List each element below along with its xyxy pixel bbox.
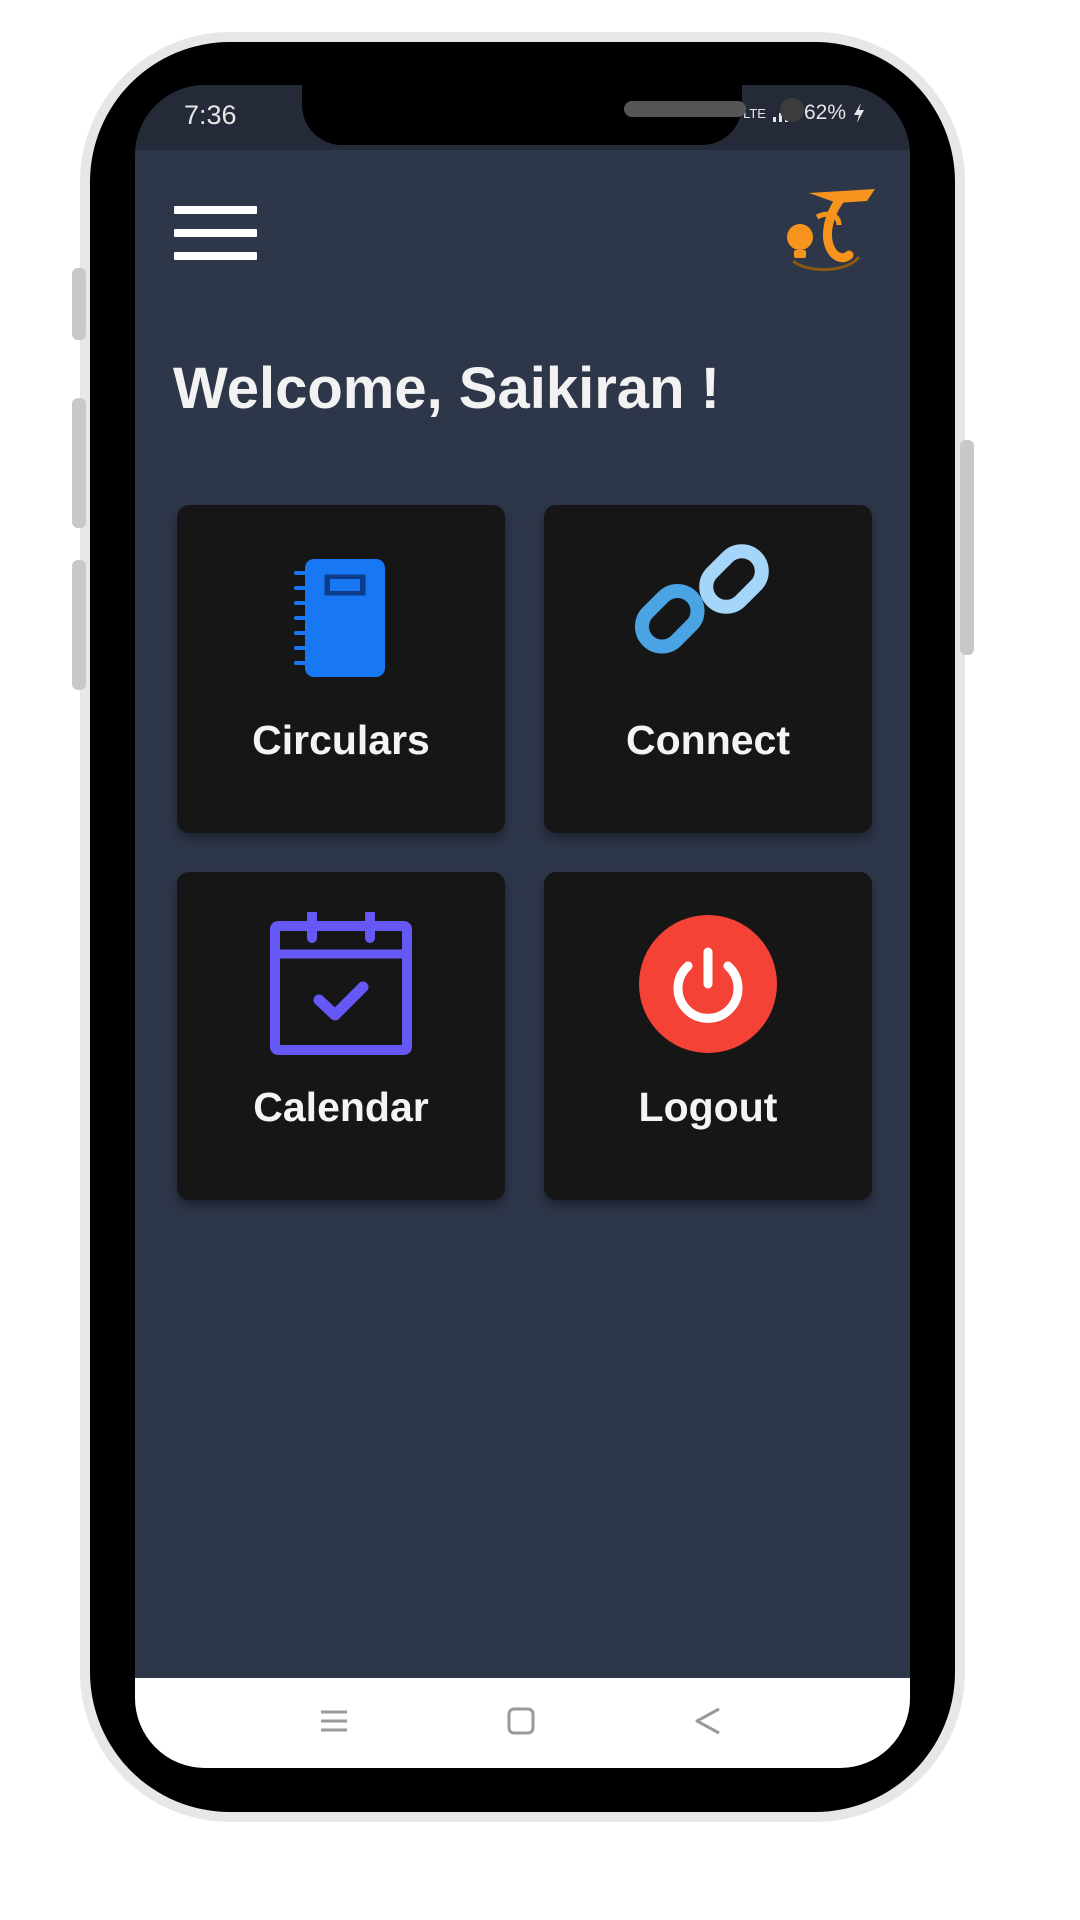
side-button-top <box>72 268 86 340</box>
app-logo-icon <box>787 189 875 272</box>
status-indicators: LTE 62% <box>743 101 866 125</box>
front-camera <box>780 98 804 122</box>
hamburger-menu-icon[interactable] <box>174 203 259 263</box>
logout-tile[interactable]: Logout <box>544 872 872 1200</box>
notebook-icon <box>294 559 385 677</box>
calendar-check-icon <box>270 912 412 1055</box>
volume-up-button <box>72 398 86 528</box>
status-time: 7:36 <box>184 100 237 130</box>
back-icon[interactable] <box>693 1706 723 1736</box>
power-side-button <box>960 440 974 655</box>
speaker-grille <box>624 101 746 117</box>
system-nav-bar <box>135 1678 910 1768</box>
connect-label: Connect <box>626 717 790 763</box>
battery-percent: 62% <box>803 101 846 124</box>
calendar-tile[interactable]: Calendar <box>177 872 505 1200</box>
network-type: LTE <box>743 105 766 121</box>
battery-charging-icon <box>854 103 864 123</box>
circulars-label: Circulars <box>252 717 430 763</box>
recents-icon[interactable] <box>319 1706 349 1736</box>
volume-down-button <box>72 560 86 690</box>
connect-tile[interactable]: Connect <box>544 505 872 833</box>
app-screen: 7:36 LTE 62% Welcome, Saikiran ! Circula… <box>135 85 910 1768</box>
circulars-tile[interactable]: Circulars <box>177 505 505 833</box>
home-icon[interactable] <box>506 1706 536 1736</box>
logout-label: Logout <box>638 1084 778 1130</box>
camera-notch <box>302 85 804 145</box>
power-icon <box>639 915 777 1053</box>
calendar-label: Calendar <box>253 1084 429 1130</box>
welcome-heading: Welcome, Saikiran ! <box>173 356 720 421</box>
link-icon <box>634 544 769 654</box>
